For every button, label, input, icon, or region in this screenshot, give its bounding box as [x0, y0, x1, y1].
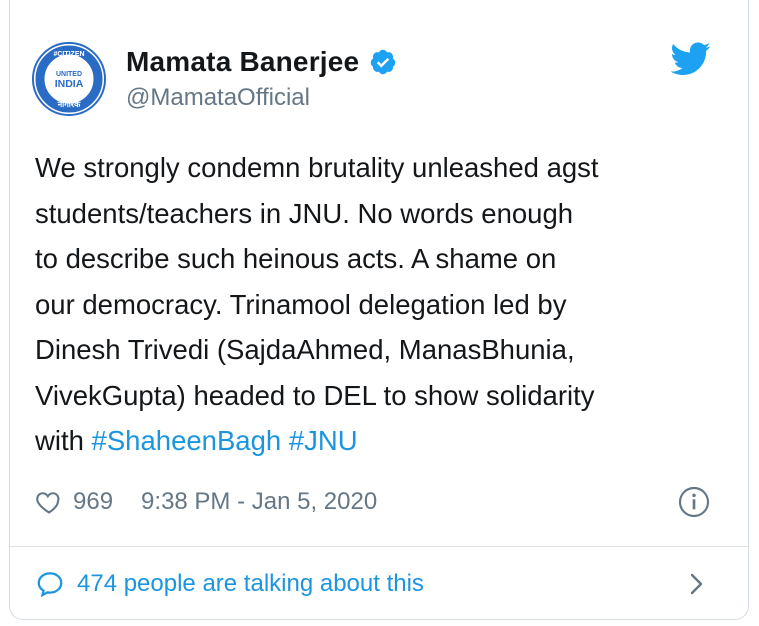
- avatar-text-top: #CITIZEN: [53, 51, 84, 58]
- hashtag-jnu[interactable]: #JNU: [289, 425, 358, 456]
- tweet-text-line-last: with #ShaheenBagh #JNU: [35, 418, 735, 464]
- author-row: Mamata Banerjee: [126, 42, 397, 82]
- tweet-text: We strongly condemn brutality unleashed …: [35, 145, 735, 464]
- avatar-text-main-1: UNITED: [56, 71, 82, 78]
- tweet-card: #CITIZEN UNITED INDIA नागरिक Mamata Bane…: [9, 0, 749, 620]
- tweet-text-line: Dinesh Trivedi (SajdaAhmed, ManasBhunia,: [35, 334, 575, 365]
- like-count[interactable]: 969: [73, 488, 113, 516]
- tweet-meta: 969 9:38 PM - Jan 5, 2020: [35, 484, 377, 520]
- tweet-text-line: students/teachers in JNU. No words enoug…: [35, 197, 574, 229]
- info-circle-icon[interactable]: [678, 486, 710, 518]
- twitter-bird-icon[interactable]: [671, 42, 711, 76]
- chevron-right-icon[interactable]: [686, 571, 706, 597]
- avatar[interactable]: #CITIZEN UNITED INDIA नागरिक: [32, 42, 106, 116]
- hashtag-shaheenbagh[interactable]: #ShaheenBagh: [92, 425, 282, 456]
- timestamp[interactable]: 9:38 PM - Jan 5, 2020: [141, 488, 377, 516]
- author-handle[interactable]: @MamataOfficial: [126, 84, 310, 112]
- heart-outline-icon[interactable]: [35, 488, 63, 516]
- avatar-text-bottom: नागरिक: [57, 99, 81, 109]
- tweet-text-line: We strongly condemn brutality unleashed …: [35, 152, 599, 183]
- author-name[interactable]: Mamata Banerjee: [126, 46, 359, 78]
- talking-label: 474 people are talking about this: [77, 570, 424, 597]
- divider: [10, 546, 748, 547]
- avatar-logo: #CITIZEN UNITED INDIA नागरिक: [34, 44, 104, 114]
- tweet-text-line: our democracy. Trinamool delegation led …: [35, 288, 567, 320]
- comment-bubble-icon: [37, 572, 63, 598]
- tweet-text-line: VivekGupta) headed to DEL to show solida…: [35, 379, 595, 411]
- tweet-text-line: to describe such heinous acts. A shame o…: [35, 243, 557, 274]
- tweet-text-prefix: with: [35, 425, 92, 456]
- avatar-text-main-2: INDIA: [55, 78, 84, 90]
- verified-badge-icon: [371, 49, 396, 75]
- talking-about-link[interactable]: 474 people are talking about this: [35, 566, 424, 602]
